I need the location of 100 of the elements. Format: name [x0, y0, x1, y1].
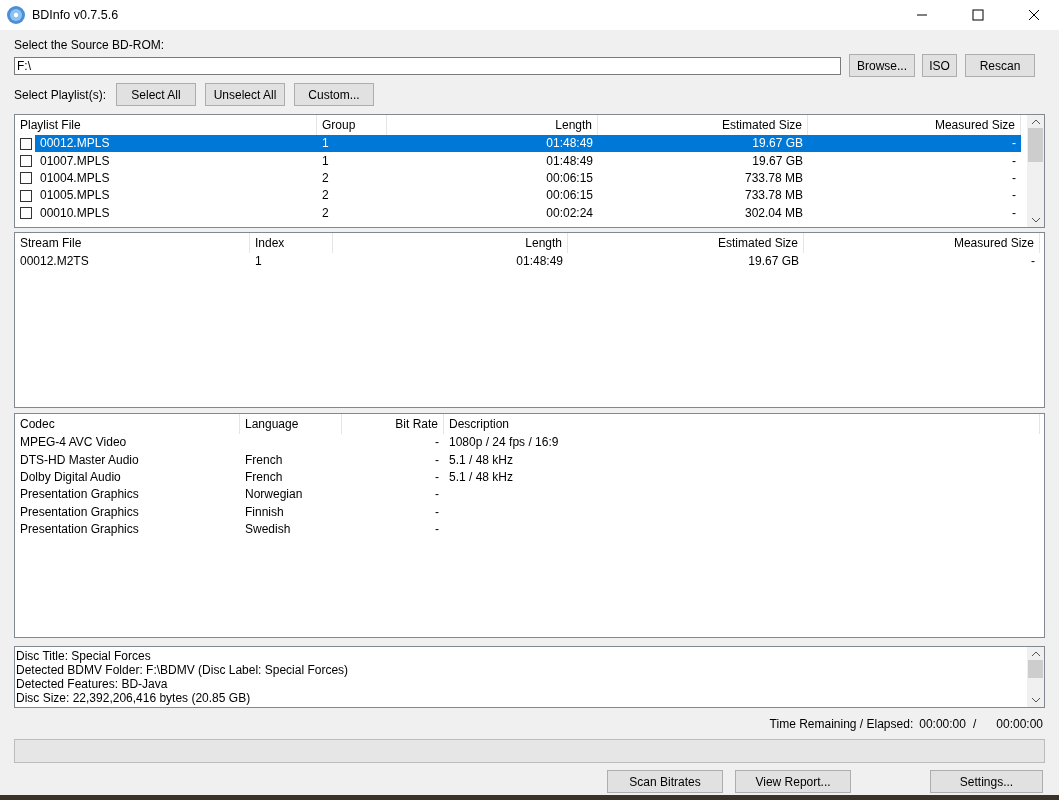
playlist-row[interactable]: 00012.MPLS 1 01:48:49 19.67 GB -	[15, 135, 1027, 153]
checkbox[interactable]	[20, 155, 32, 168]
table-cell-text: 01005.MPLS	[39, 187, 111, 205]
table-cell-text: 302.04 MB	[743, 204, 804, 222]
table-cell-text: -	[1011, 204, 1017, 222]
table-cell-text: DTS-HD Master Audio	[19, 451, 140, 469]
column-header[interactable]: Index	[250, 233, 333, 253]
column-header[interactable]: Bit Rate	[342, 414, 444, 434]
table-cell: -	[808, 135, 1021, 153]
playlist-select-label: Select Playlist(s):	[14, 87, 107, 102]
table-cell: 19.67 GB	[598, 135, 808, 153]
table-cell-text: 00:06:15	[545, 187, 594, 205]
source-button[interactable]: ISO	[922, 54, 957, 77]
action-button[interactable]: Scan Bitrates	[607, 770, 723, 793]
playlist-row[interactable]: 01005.MPLS 2 00:06:15 733.78 MB -	[15, 187, 1027, 205]
table-cell-text: 733.78 MB	[743, 187, 804, 205]
table-cell-text: 19.67 GB	[747, 253, 800, 271]
source-path-field[interactable]: F:\	[14, 56, 841, 75]
table-cell-text: 2	[321, 169, 330, 187]
scrollbar[interactable]	[1027, 647, 1044, 707]
table-cell-text: Presentation Graphics	[19, 521, 140, 539]
column-header[interactable]: Estimated Size	[568, 233, 804, 253]
checkbox[interactable]	[20, 172, 32, 185]
checkbox[interactable]	[20, 207, 32, 220]
table-cell-text: -	[434, 468, 440, 486]
source-label: Select the Source BD-ROM:	[14, 38, 166, 52]
window-title: BDInfo v0.7.5.6	[32, 8, 119, 22]
scroll-up-icon[interactable]	[1030, 119, 1041, 125]
time-remaining: 00:00:00	[919, 717, 966, 731]
table-cell: 00012.MPLS	[35, 135, 317, 153]
table-cell-text: 01:48:49	[545, 152, 594, 170]
table-cell-text: Swedish	[244, 521, 292, 539]
column-header[interactable]: Stream File	[15, 233, 250, 253]
table-cell-text: Dolby Digital Audio	[19, 468, 122, 486]
table-cell-text: Norwegian	[244, 486, 304, 504]
table-cell-text: 733.78 MB	[743, 169, 804, 187]
scroll-thumb[interactable]	[1028, 660, 1043, 678]
action-button[interactable]: Settings...	[930, 770, 1043, 793]
table-cell: 1	[317, 135, 387, 153]
time-elapsed: 00:00:00	[996, 717, 1043, 731]
table-cell-text: French	[244, 468, 284, 486]
column-header[interactable]: Length	[333, 233, 568, 253]
table-cell-text: -	[434, 451, 440, 469]
checkbox[interactable]	[20, 189, 32, 202]
close-icon[interactable]	[1028, 9, 1040, 21]
playlist-row[interactable]: 01004.MPLS 2 00:06:15 733.78 MB -	[15, 169, 1027, 188]
table-cell-text: -	[1011, 169, 1017, 187]
table-cell-text: -	[1011, 187, 1017, 205]
table-cell-text: French	[244, 451, 284, 469]
table-cell-text: -	[434, 486, 440, 504]
table-cell-text: 2	[321, 187, 330, 205]
table-cell-text: -	[434, 503, 440, 521]
column-header[interactable]: Language	[240, 414, 342, 434]
action-button[interactable]: View Report...	[735, 770, 851, 793]
playlist-select-button[interactable]: Custom...	[294, 83, 375, 106]
table-cell-text: Presentation Graphics	[19, 486, 140, 504]
table-cell-text: 5.1 / 48 kHz	[448, 451, 515, 469]
source-button[interactable]: Rescan	[965, 54, 1035, 77]
info-line: Disc Title: Special Forces	[16, 649, 152, 663]
column-header[interactable]: Codec	[15, 414, 240, 434]
maximize-icon[interactable]	[972, 9, 984, 21]
table-cell-text: -	[1030, 253, 1036, 271]
table-cell-text: 01004.MPLS	[39, 169, 111, 187]
scroll-down-icon[interactable]	[1030, 217, 1041, 223]
table-cell-text: 19.67 GB	[751, 152, 804, 170]
table-cell-text: Finnish	[244, 503, 285, 521]
info-line: Disc Size: 22,392,206,416 bytes (20.85 GB)	[16, 691, 252, 705]
table-cell-text: 1080p / 24 fps / 16:9	[448, 434, 560, 452]
table-cell-text: -	[434, 521, 440, 539]
column-header[interactable]: Description	[444, 414, 1040, 434]
table-cell-text: 00:02:24	[545, 204, 594, 222]
table-cell-text: 01007.MPLS	[39, 152, 111, 170]
table-cell-text: Presentation Graphics	[19, 503, 140, 521]
info-line: Detected BDMV Folder: F:\BDMV (Disc Label: Special Forces)	[16, 663, 350, 677]
playlist-select-button[interactable]: Unselect All	[205, 83, 286, 106]
disc-icon	[6, 5, 26, 25]
playlist-row[interactable]: 01007.MPLS 1 01:48:49 19.67 GB -	[15, 152, 1027, 170]
table-cell-text: 2	[321, 204, 330, 222]
source-button[interactable]: Browse...	[849, 54, 915, 77]
table-cell-text: 01:48:49	[515, 253, 564, 271]
table-cell-text: 00010.MPLS	[39, 204, 111, 222]
table-cell-text: -	[434, 434, 440, 452]
scroll-thumb[interactable]	[1028, 128, 1043, 162]
table-cell-text: 1	[254, 253, 263, 271]
table-cell-text: 00:06:15	[545, 169, 594, 187]
playlist-row[interactable]: 00010.MPLS 2 00:02:24 302.04 MB -	[15, 204, 1027, 222]
table-cell-text: 1	[321, 152, 330, 170]
table-cell-text: -	[1011, 152, 1017, 170]
scroll-down-icon[interactable]	[1030, 697, 1041, 703]
scrollbar[interactable]	[1027, 115, 1044, 227]
time-separator: /	[972, 717, 977, 731]
checkbox[interactable]	[20, 137, 32, 150]
column-header[interactable]: Measured Size	[804, 233, 1040, 253]
info-line: Detected Features: BD-Java	[16, 677, 169, 691]
table-cell: 01:48:49	[387, 135, 598, 153]
time-label: Time Remaining / Elapsed:	[769, 717, 914, 731]
scroll-up-icon[interactable]	[1030, 651, 1041, 657]
table-cell-text: 00012.M2TS	[19, 253, 90, 271]
playlist-select-button[interactable]: Select All	[116, 83, 197, 106]
table-cell-text: 5.1 / 48 kHz	[448, 468, 515, 486]
